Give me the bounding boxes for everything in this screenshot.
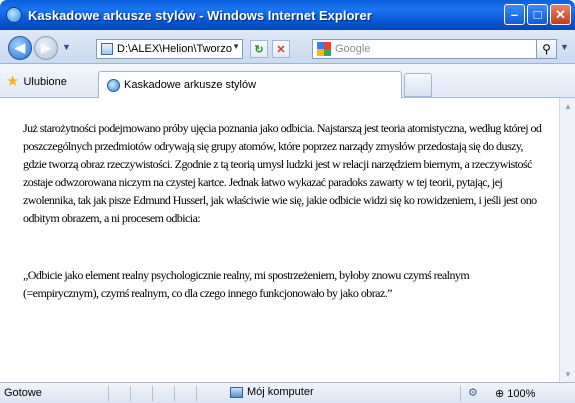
new-tab-button[interactable] (404, 73, 432, 97)
status-divider (130, 386, 131, 401)
status-divider (152, 386, 153, 401)
scroll-down-icon[interactable]: ▼ (560, 366, 575, 382)
vertical-scrollbar[interactable]: ▲ ▼ (559, 98, 575, 382)
history-dropdown-icon[interactable]: ▼ (62, 42, 71, 52)
zoom-icon: ⊕ (495, 388, 505, 400)
status-divider (460, 386, 461, 401)
ie-page-icon (107, 78, 120, 92)
protected-mode-icon[interactable]: ⚙ (468, 386, 478, 399)
search-placeholder[interactable]: Google (335, 43, 370, 55)
favorites-bar: ★ Ulubione Kaskadowe arkusze stylów (0, 64, 575, 98)
search-box[interactable]: Google (312, 39, 557, 59)
window-title: Kaskadowe arkusze stylów - Windows Inter… (28, 7, 372, 23)
zone-label: Mój komputer (247, 386, 314, 398)
status-bar: Gotowe Mój komputer ⚙ ⊕ 100% (0, 382, 575, 403)
close-button[interactable]: ✕ (550, 4, 571, 25)
computer-icon (230, 386, 243, 398)
address-value[interactable]: D:\ALEX\Helion\Tworzo (117, 43, 232, 55)
window-controls: – □ ✕ (504, 4, 571, 25)
zoom-level: 100% (507, 387, 536, 400)
forward-button[interactable]: ▶ (34, 36, 58, 60)
stop-icon[interactable]: ✕ (272, 40, 290, 58)
maximize-button[interactable]: □ (527, 4, 548, 25)
star-icon: ★ (6, 73, 20, 90)
status-divider (174, 386, 175, 401)
scroll-up-icon[interactable]: ▲ (560, 98, 575, 114)
minimize-button[interactable]: – (504, 4, 525, 25)
title-bar: Kaskadowe arkusze stylów - Windows Inter… (0, 0, 575, 30)
navigation-bar: ◀ ▶ ▼ D:\ALEX\Helion\Tworzo ▼ ↻ ✕ Google… (0, 30, 575, 64)
tab-label: Kaskadowe arkusze stylów (124, 79, 257, 91)
refresh-icon[interactable]: ↻ (250, 40, 268, 58)
zoom-control[interactable]: ⊕ 100% (495, 387, 536, 401)
search-options-icon[interactable]: ▼ (560, 42, 569, 52)
page-content: Już starożytności podejmowano próby ujęc… (0, 98, 559, 382)
address-bar[interactable]: D:\ALEX\Helion\Tworzo ▼ (96, 39, 243, 59)
ie-logo-icon (6, 7, 22, 23)
favorites-button[interactable]: ★ Ulubione (6, 74, 67, 89)
favorites-label: Ulubione (23, 75, 67, 88)
search-button[interactable]: ⚲ (536, 39, 557, 59)
status-text: Gotowe (4, 387, 42, 399)
status-divider (196, 386, 197, 401)
back-button[interactable]: ◀ (8, 36, 32, 60)
quote-paragraph: „Odbicie jako element realny psychologic… (23, 268, 470, 300)
paragraph: Już starożytności podejmowano próby ujęc… (23, 121, 542, 225)
status-divider (108, 386, 109, 401)
page-icon (101, 43, 113, 55)
security-zone: Mój komputer (230, 386, 314, 398)
google-icon (317, 42, 331, 56)
address-dropdown-icon[interactable]: ▼ (232, 42, 240, 51)
tab-active[interactable]: Kaskadowe arkusze stylów (98, 71, 402, 98)
